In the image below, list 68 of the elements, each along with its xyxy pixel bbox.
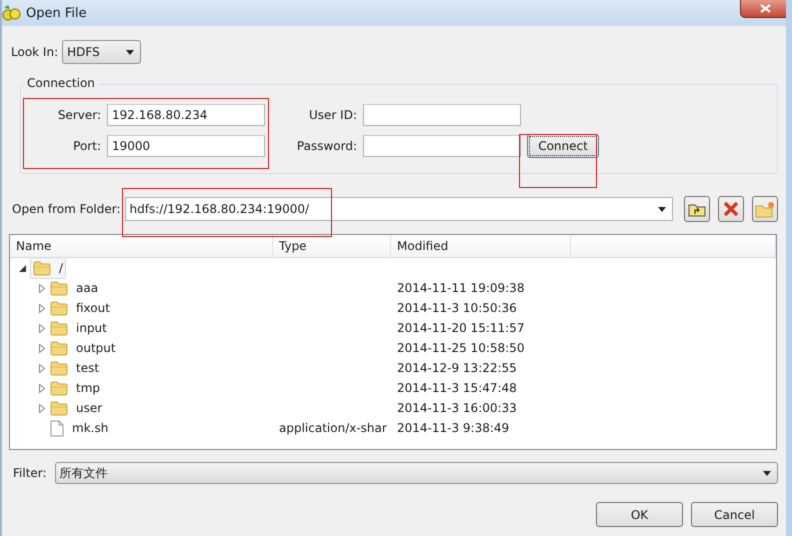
folder-icon: [50, 360, 68, 376]
dropdown-arrow-icon: [126, 50, 134, 54]
collapsed-icon[interactable]: [39, 284, 45, 292]
window-title: Open File: [26, 6, 87, 20]
table-cell: application/x-shar: [279, 421, 387, 435]
table-cell: 2014-11-11 19:09:38: [397, 281, 524, 295]
filter-label: Filter:: [13, 466, 47, 480]
password-label: Password:: [296, 139, 357, 153]
table-cell: 2014-11-3 15:47:48: [397, 381, 517, 395]
tree-item[interactable]: test: [50, 358, 100, 378]
folder-icon: [50, 380, 68, 396]
table-cell: 2014-11-3 16:00:33: [397, 401, 517, 415]
table-cell: 2014-11-3 9:38:49: [397, 421, 510, 435]
collapsed-icon[interactable]: [39, 384, 45, 392]
port-label: Port:: [72, 139, 101, 153]
collapsed-icon[interactable]: [39, 344, 45, 352]
table-cell: 2014-11-25 10:58:50: [397, 341, 524, 355]
parent-folder-button[interactable]: [684, 196, 710, 222]
collapsed-icon[interactable]: [39, 404, 45, 412]
server-field[interactable]: 192.168.80.234: [107, 104, 265, 126]
tree-item[interactable]: input: [50, 318, 107, 338]
close-icon: [760, 4, 770, 13]
dropdown-arrow-icon: [763, 470, 771, 476]
folder-label: Open from Folder:: [11, 202, 121, 216]
up-folder-icon: [688, 202, 706, 216]
port-field[interactable]: 19000: [107, 135, 265, 157]
connect-button[interactable]: Connect: [527, 134, 599, 158]
ok-button[interactable]: OK: [596, 502, 683, 527]
group-title: Connection: [25, 76, 97, 90]
delete-icon: [723, 201, 739, 217]
column-header[interactable]: Type: [273, 235, 391, 257]
close-button[interactable]: [740, 0, 786, 18]
expanded-icon[interactable]: [18, 264, 26, 272]
dropdown-arrow-icon: [658, 206, 666, 212]
tree-item[interactable]: mk.sh: [50, 418, 108, 438]
server-label: Server:: [56, 108, 101, 122]
tree-item[interactable]: user: [50, 398, 102, 418]
cancel-button[interactable]: Cancel: [691, 502, 778, 527]
folder-icon: [50, 300, 68, 316]
folder-icon: [50, 320, 68, 336]
tree-item[interactable]: /: [30, 257, 66, 279]
collapsed-icon[interactable]: [39, 324, 45, 332]
delete-button[interactable]: [718, 196, 744, 222]
tree-item[interactable]: fixout: [50, 298, 110, 318]
tree-item[interactable]: output: [50, 338, 116, 358]
file-icon: [50, 420, 64, 436]
filter-dropdown[interactable]: 所有文件: [54, 462, 778, 484]
folder-icon: [50, 340, 68, 356]
look-in-label: Look In:: [11, 45, 58, 59]
user-id-field[interactable]: [363, 104, 521, 126]
new-folder-button[interactable]: [752, 196, 778, 222]
app-icon: [2, 4, 22, 22]
table-cell: 2014-11-20 15:11:57: [397, 321, 524, 335]
column-header[interactable]: Modified: [391, 235, 571, 257]
table-cell: 2014-11-3 10:50:36: [397, 301, 517, 315]
folder-dropdown[interactable]: hdfs://192.168.80.234:19000/: [124, 197, 673, 221]
tree-item[interactable]: tmp: [50, 378, 100, 398]
look-in-dropdown[interactable]: HDFS: [62, 40, 142, 64]
tree-item[interactable]: aaa: [50, 278, 98, 298]
new-folder-icon: [755, 200, 775, 218]
password-field[interactable]: [363, 135, 521, 157]
folder-icon: [50, 280, 68, 296]
collapsed-icon[interactable]: [39, 364, 45, 372]
folder-icon: [33, 260, 51, 276]
table-cell: 2014-12-9 13:22:55: [397, 361, 517, 375]
user-id-label: User ID:: [308, 108, 357, 122]
collapsed-icon[interactable]: [39, 304, 45, 312]
folder-icon: [50, 400, 68, 416]
